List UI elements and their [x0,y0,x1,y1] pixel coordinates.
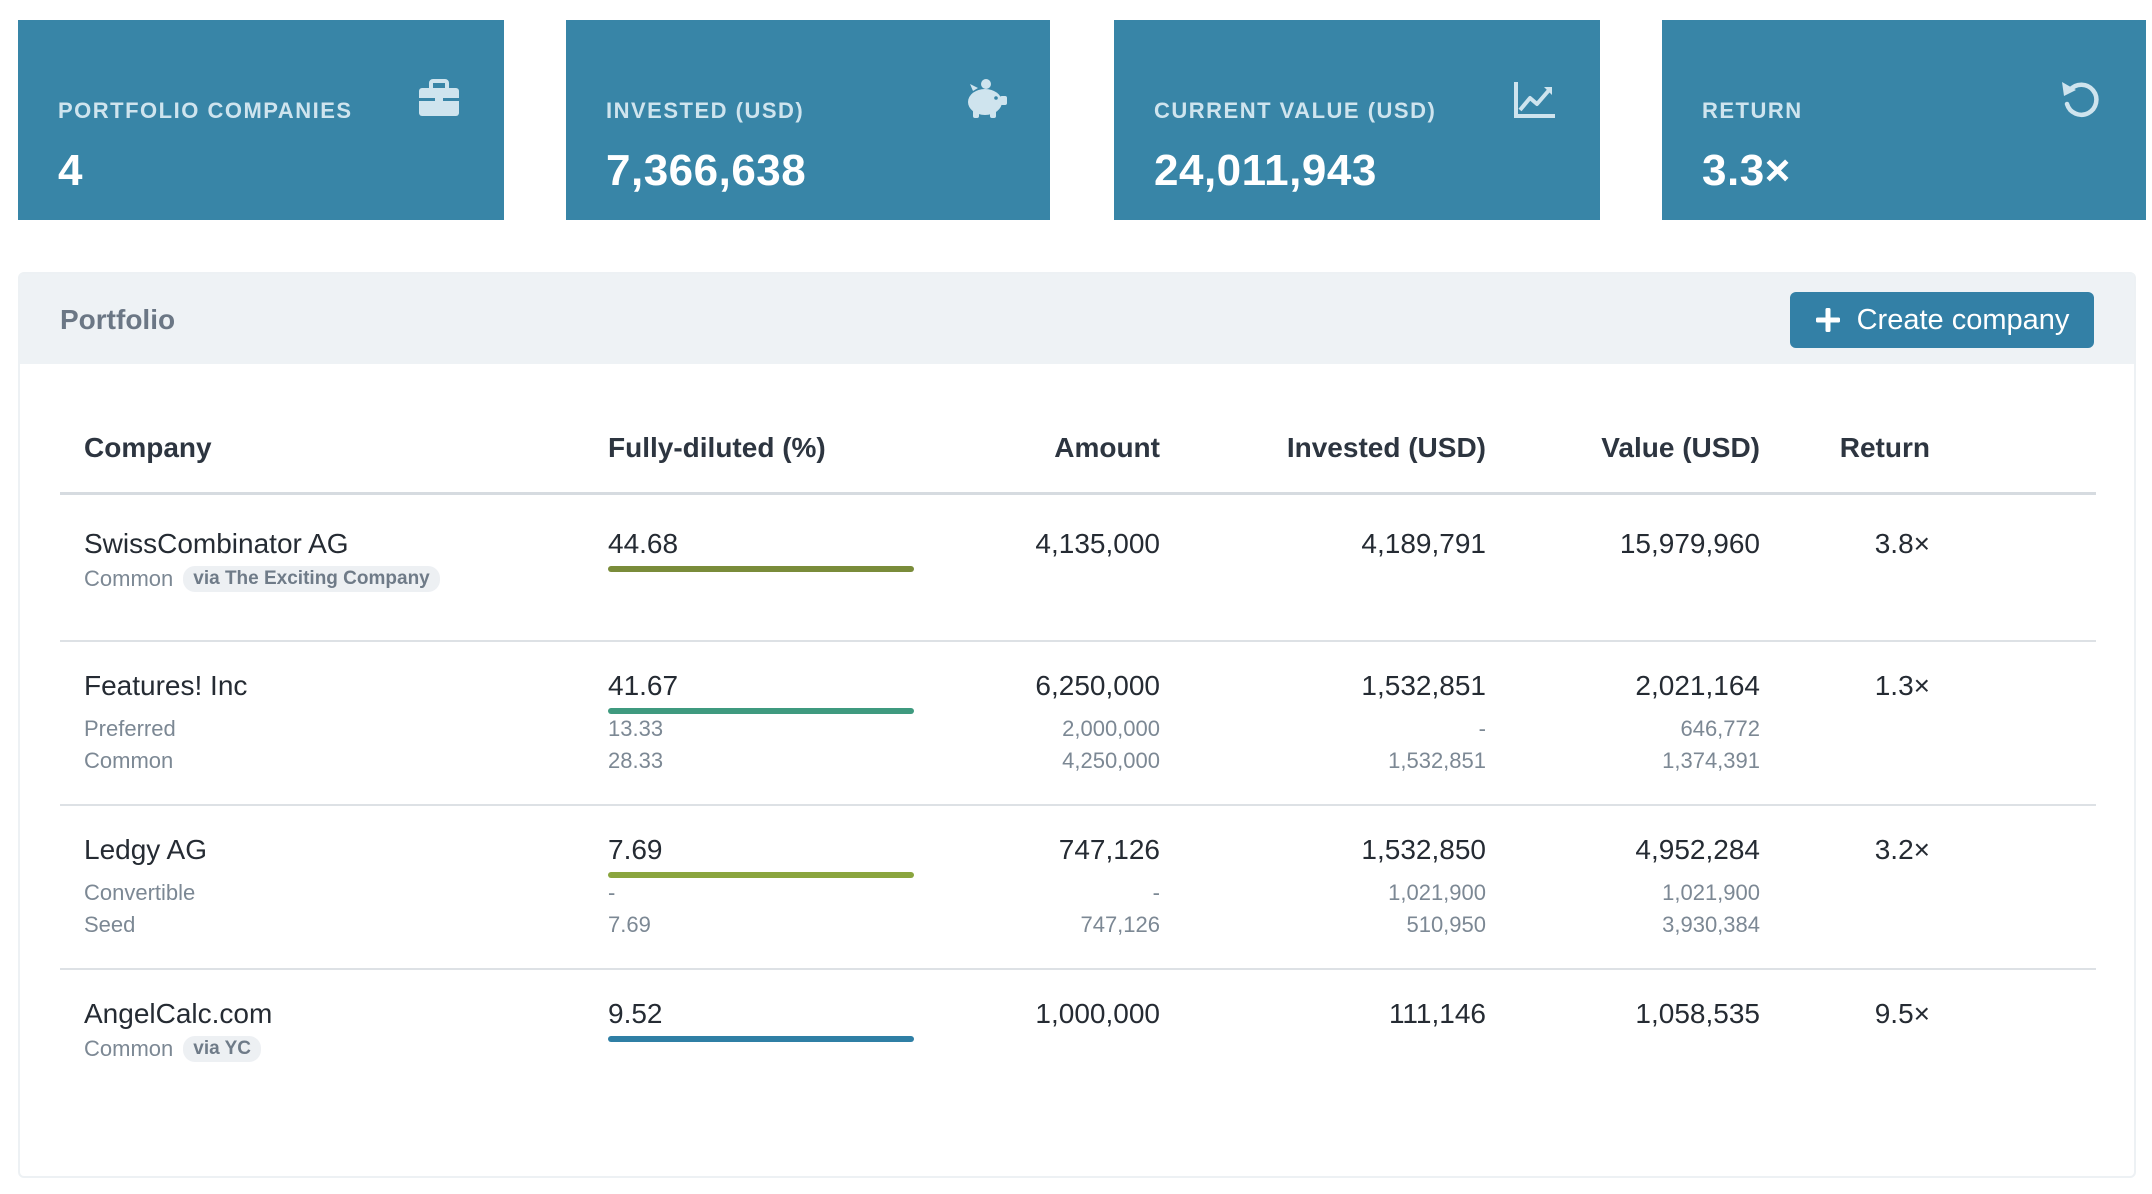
portfolio-header: Portfolio Create company [20,274,2134,364]
create-company-button[interactable]: Create company [1790,292,2094,348]
fully-diluted-bar [608,566,914,572]
sub-amount: 747,126 [1080,912,1160,937]
share-class-label: Preferred [84,716,176,741]
value-value: 4,952,284 [1635,834,1760,865]
stat-label: CURRENT VALUE (USD) [1154,98,1437,123]
via-badge: via The Exciting Company [183,566,440,592]
fully-diluted-value: 41.67 [608,670,679,701]
stat-value: 24,011,943 [1154,146,1377,195]
invested-value: 1,532,851 [1361,670,1486,701]
share-class: Common via The Exciting Company [84,566,440,592]
company-name[interactable]: AngelCalc.com [84,998,272,1030]
return-value: 3.2× [1874,834,1930,865]
stat-value: 7,366,638 [606,146,807,195]
plus-icon [1815,308,1840,332]
via-badge: via YC [183,1036,261,1062]
sub-fully-diluted: 28.33 [608,748,664,773]
value-value: 1,058,535 [1635,998,1760,1029]
column-header-fully-diluted[interactable]: Fully-diluted (%) [608,432,826,464]
share-class-label: Common [84,1036,174,1061]
create-company-label: Create company [1856,303,2070,336]
fully-diluted-bar [608,1036,914,1042]
row-divider [60,804,2096,806]
invested-value: 1,532,850 [1361,834,1486,865]
row-divider [60,640,2096,642]
share-class-label: Seed [84,912,136,937]
sub-invested: 1,532,851 [1388,748,1486,773]
stat-card-return: RETURN 3.3× [1662,20,2146,220]
share-class-label: Common [84,748,174,773]
company-name[interactable]: SwissCombinator AG [84,528,349,560]
sub-invested: - [1478,716,1486,741]
invested-value: 111,146 [1388,998,1486,1029]
amount-value: 747,126 [1058,834,1160,865]
value-value: 15,979,960 [1619,528,1760,559]
sub-value: 1,374,391 [1662,748,1760,773]
sub-value: 3,930,384 [1662,912,1760,937]
portfolio-panel: Portfolio Create company Company Fully-d… [18,272,2136,1178]
stat-label: RETURN [1702,98,1803,123]
stat-label: INVESTED (USD) [606,98,805,123]
sub-value: 1,021,900 [1662,880,1760,905]
fully-diluted-bar [608,708,914,714]
return-value: 1.3× [1874,670,1930,701]
share-class-label: Common [84,566,174,591]
value-value: 2,021,164 [1635,670,1760,701]
company-name[interactable]: Features! Inc [84,670,247,702]
sub-value: 646,772 [1680,716,1760,741]
refresh-icon [2062,82,2099,118]
return-value: 9.5× [1874,998,1930,1029]
stat-value: 4 [58,146,83,195]
stat-label: PORTFOLIO COMPANIES [58,98,353,123]
invested-value: 4,189,791 [1361,528,1486,559]
sub-amount: - [1152,880,1160,905]
piggy-bank-icon [968,79,1007,118]
column-header-invested[interactable]: Invested (USD) [1186,432,1486,464]
sub-fully-diluted: 7.69 [608,912,651,937]
sub-invested: 1,021,900 [1388,880,1486,905]
sub-invested: 510,950 [1406,912,1486,937]
amount-value: 1,000,000 [1035,998,1160,1029]
amount-value: 4,135,000 [1035,528,1160,559]
fully-diluted-value: 44.68 [608,528,679,559]
row-divider [60,968,2096,970]
briefcase-icon [419,79,459,116]
sub-fully-diluted: - [608,880,616,905]
share-class: Common via YC [84,1036,261,1062]
fully-diluted-value: 9.52 [608,998,663,1029]
share-class-label: Convertible [84,880,196,905]
stat-card-invested: INVESTED (USD) 7,366,638 [566,20,1050,220]
company-name[interactable]: Ledgy AG [84,834,207,866]
sub-fully-diluted: 13.33 [608,716,664,741]
fully-diluted-value: 7.69 [608,834,663,865]
sub-amount: 2,000,000 [1062,716,1160,741]
amount-value: 6,250,000 [1035,670,1160,701]
column-header-return[interactable]: Return [1780,432,1930,464]
fully-diluted-bar [608,872,914,878]
sub-amount: 4,250,000 [1062,748,1160,773]
column-header-value[interactable]: Value (USD) [1480,432,1760,464]
panel-title: Portfolio [60,304,176,335]
stat-card-portfolio-companies: PORTFOLIO COMPANIES 4 [18,20,504,220]
header-divider [60,492,2096,495]
column-header-amount[interactable]: Amount [900,432,1160,464]
return-value: 3.8× [1874,528,1930,559]
stat-card-current-value: CURRENT VALUE (USD) 24,011,943 [1114,20,1600,220]
stat-value: 3.3× [1702,146,1791,195]
column-header-company[interactable]: Company [84,432,212,464]
area-chart-icon [1514,82,1555,118]
